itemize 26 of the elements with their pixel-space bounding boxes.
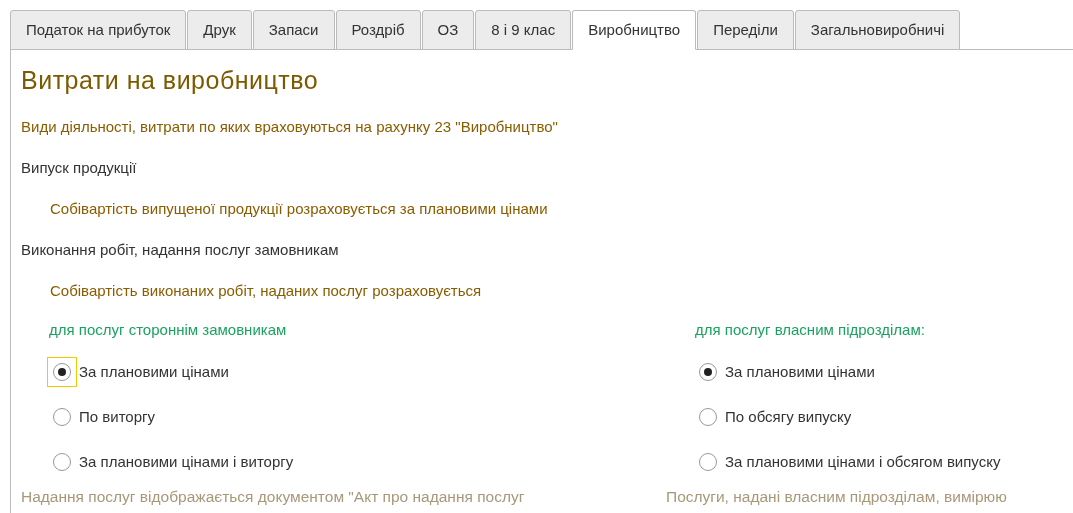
option-label[interactable]: За плановими цінами (79, 363, 229, 380)
tab[interactable]: Податок на прибуток (10, 10, 187, 50)
note-text: Послуги, надані власним підрозділам, вимірюю (666, 488, 1007, 506)
tab[interactable]: Виробництво (572, 10, 697, 50)
tab[interactable]: Запаси (252, 10, 335, 50)
tab[interactable]: Переділи (697, 10, 794, 50)
option-label[interactable]: За плановими цінами (725, 363, 875, 380)
text-line: Собівартість виконаних робіт, наданих послуг розраховується (49, 281, 483, 301)
tab[interactable]: Друк (187, 10, 252, 50)
tab[interactable]: Роздріб (335, 10, 421, 50)
text-line: Виконання робіт, надання послуг замовникам (21, 240, 340, 260)
tab[interactable]: 8 і 9 клас (475, 10, 572, 50)
tab[interactable]: Загальновиробничі (794, 10, 961, 50)
text-line: Собівартість випущеної продукції розраховується за плановими цінами (49, 199, 549, 219)
option-label[interactable]: За плановими цінами і виторгу (79, 453, 294, 470)
option-label[interactable]: По обсягу випуску (725, 408, 852, 425)
group-heading: для послуг власним підрозділам: (695, 320, 926, 340)
tab[interactable]: ОЗ (421, 10, 475, 50)
note-text: Надання послуг відображається документом "Акт про надання послуг (21, 488, 526, 506)
option-label[interactable]: За плановими цінами і обсягом випуску (725, 453, 1001, 470)
text-line: Випуск продукції (21, 158, 138, 178)
radio-button[interactable] (47, 356, 77, 387)
option-label[interactable]: По виторгу (79, 408, 155, 425)
text-line: Види діяльності, витрати по яких враховуються на рахунку 23 "Виробництво" (21, 117, 559, 137)
page-title: Витрати на виробництво (21, 66, 320, 96)
group-heading: для послуг стороннім замовникам (49, 320, 288, 340)
